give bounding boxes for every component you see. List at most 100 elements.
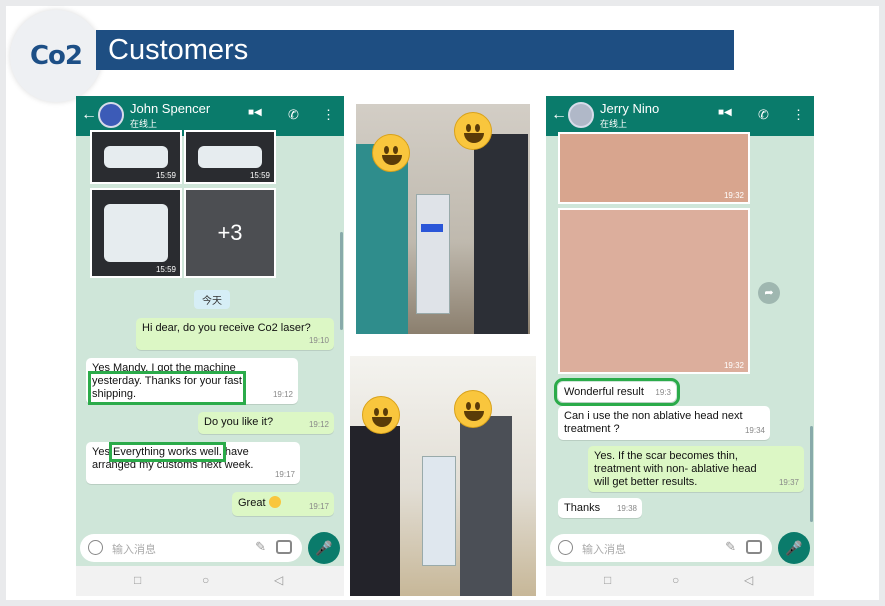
message-bubble[interactable]: Yes Mandy. I got the machine yesterday. … xyxy=(86,358,298,405)
message-bubble[interactable]: Can i use the non ablative head next tre… xyxy=(558,406,770,440)
message-bubble[interactable]: Hi dear, do you receive Co2 laser? 19:10 xyxy=(136,318,334,350)
grin-emoji-icon xyxy=(268,496,281,508)
media-thumbnail[interactable]: 15:59 xyxy=(90,188,182,278)
machine-screen xyxy=(104,146,168,168)
chat-area: 19:32 19:32 ➦ Wonderful result 19:3 Can … xyxy=(546,132,814,530)
avatar[interactable] xyxy=(98,102,124,128)
message-text: shipping. xyxy=(92,388,137,400)
message-time: 19:38 xyxy=(616,504,637,513)
scrollbar[interactable] xyxy=(340,232,343,330)
machine-light xyxy=(421,224,443,232)
skin-photo[interactable]: 19:32 xyxy=(558,208,750,374)
message-bubble[interactable]: Wonderful result 19:3 xyxy=(554,378,680,406)
message-time: 19:10 xyxy=(308,336,329,345)
back-arrow-icon[interactable]: ← xyxy=(551,106,567,124)
smile-emoji-icon xyxy=(454,112,492,150)
forward-icon[interactable]: ➦ xyxy=(758,282,780,304)
message-text: will get better results. xyxy=(594,476,698,488)
photo-time: 19:32 xyxy=(723,361,744,370)
photo-time: 19:32 xyxy=(723,191,744,200)
attach-icon[interactable]: ✎ xyxy=(725,539,736,555)
thumb-time: 15:59 xyxy=(249,171,270,180)
message-text: Great xyxy=(238,497,266,509)
message-time: 19:17 xyxy=(308,502,329,511)
customer-photo-top xyxy=(356,104,530,334)
mic-button[interactable]: 🎤 xyxy=(778,532,810,564)
contact-name: John Spencer xyxy=(130,101,211,116)
input-placeholder: 输入消息 xyxy=(112,544,156,556)
message-time: 19:3 xyxy=(655,388,671,397)
recents-icon[interactable]: □ xyxy=(604,573,611,587)
camera-icon[interactable] xyxy=(746,540,762,554)
emoji-icon[interactable] xyxy=(88,540,103,555)
more-options-icon[interactable]: ⋮ xyxy=(792,107,805,123)
contact-name: Jerry Nino xyxy=(600,101,660,116)
message-time: 19:12 xyxy=(308,420,329,429)
skin-photo[interactable]: 19:32 xyxy=(558,132,750,204)
date-divider: 今天 xyxy=(194,290,230,309)
home-icon[interactable]: ○ xyxy=(672,573,679,587)
video-call-icon[interactable]: ■◀ xyxy=(718,107,732,118)
machine-screen xyxy=(198,146,262,168)
message-text: Yes xyxy=(92,446,110,458)
chat-header: ← Jerry Nino 在线上 ■◀ ✆ ⋮ xyxy=(546,96,814,136)
chat-area: 15:59 15:59 15:59 +3 今天 Hi dear, do you … xyxy=(76,130,344,530)
highlighted-message-text: yesterday. Thanks for your fast shipping… xyxy=(88,371,246,405)
message-text: arranged my customs next week. xyxy=(92,459,254,471)
android-nav-bar: □ ○ ◁ xyxy=(546,566,814,596)
message-input[interactable]: 输入消息 ✎ xyxy=(550,534,772,562)
phone-call-icon[interactable]: ✆ xyxy=(288,107,299,123)
message-bubble[interactable]: Do you like it? 19:12 xyxy=(198,412,334,434)
person-right xyxy=(460,416,512,596)
message-input[interactable]: 输入消息 ✎ xyxy=(80,534,302,562)
message-text: Do you like it? xyxy=(204,416,274,428)
message-text: treatment with non- ablative head xyxy=(594,463,757,475)
emoji-icon[interactable] xyxy=(558,540,573,555)
smile-emoji-icon xyxy=(362,396,400,434)
co2-laser-machine xyxy=(416,194,450,314)
media-thumbnail[interactable]: 15:59 xyxy=(184,130,276,184)
scrollbar[interactable] xyxy=(810,426,813,522)
customer-photo-bottom xyxy=(350,356,536,596)
message-text: yesterday. Thanks for your fast xyxy=(92,375,242,387)
co2-logo: Co2 xyxy=(10,10,102,102)
media-thumbnail-more[interactable]: +3 xyxy=(184,188,276,278)
contact-status: 在线上 xyxy=(130,119,158,129)
more-options-icon[interactable]: ⋮ xyxy=(322,107,335,123)
message-bubble[interactable]: Great 19:17 xyxy=(232,492,334,516)
message-text: treatment ? xyxy=(564,423,620,435)
message-text: Hi dear, do you receive Co2 laser? xyxy=(142,322,311,334)
attach-icon[interactable]: ✎ xyxy=(255,539,266,555)
avatar[interactable] xyxy=(568,102,594,128)
message-time: 19:34 xyxy=(744,426,765,435)
phone-call-icon[interactable]: ✆ xyxy=(758,107,769,123)
contact-status: 在线上 xyxy=(600,119,628,129)
nav-back-icon[interactable]: ◁ xyxy=(274,573,283,587)
nav-back-icon[interactable]: ◁ xyxy=(744,573,753,587)
person-right xyxy=(474,134,528,334)
message-text: Yes. If the scar becomes thin, xyxy=(594,450,738,462)
right-phone-screenshot: ← Jerry Nino 在线上 ■◀ ✆ ⋮ 19:32 19:32 ➦ Wo… xyxy=(546,96,814,596)
message-text: have xyxy=(224,446,249,458)
message-text: Wonderful result xyxy=(564,386,644,398)
message-bubble[interactable]: Thanks 19:38 xyxy=(558,498,642,518)
message-text: Thanks xyxy=(564,502,601,514)
logo-text: Co2 xyxy=(29,41,83,71)
message-text: Yes Mandy. I got the machine xyxy=(92,362,236,374)
home-icon[interactable]: ○ xyxy=(202,573,209,587)
back-arrow-icon[interactable]: ← xyxy=(81,106,97,124)
media-thumbnail[interactable]: 15:59 xyxy=(90,130,182,184)
co2-laser-machine xyxy=(422,456,456,566)
mic-button[interactable]: 🎤 xyxy=(308,532,340,564)
message-time: 19:37 xyxy=(778,478,799,487)
smile-emoji-icon xyxy=(454,390,492,428)
thumb-time: 15:59 xyxy=(155,265,176,274)
camera-icon[interactable] xyxy=(276,540,292,554)
recents-icon[interactable]: □ xyxy=(134,573,141,587)
message-bubble[interactable]: Yes Everything works well. have arranged… xyxy=(86,442,300,484)
left-phone-screenshot: ← John Spencer 在线上 ■◀ ✆ ⋮ 15:59 15:59 15… xyxy=(76,96,344,596)
person-left xyxy=(356,144,408,334)
video-call-icon[interactable]: ■◀ xyxy=(248,107,262,118)
message-bubble[interactable]: Yes. If the scar becomes thin, treatment… xyxy=(588,446,804,492)
page-title: Customers xyxy=(108,34,249,66)
